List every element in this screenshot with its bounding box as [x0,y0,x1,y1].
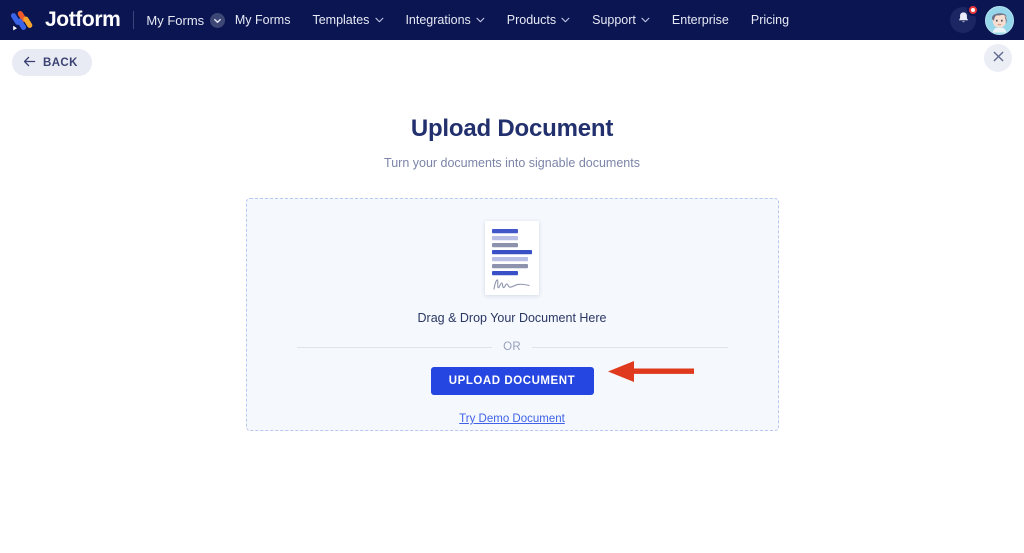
nav-item-integrations[interactable]: Integrations [405,13,485,27]
close-icon [992,50,1005,66]
top-navigation-bar: Jotform My Forms My Forms Templates Inte… [0,0,1024,40]
brand-name: Jotform [45,8,121,31]
upload-document-button[interactable]: UPLOAD DOCUMENT [430,367,594,395]
nav-label: Enterprise [671,13,729,27]
chevron-down-circle-icon [210,12,226,28]
avatar[interactable] [985,5,1014,35]
nav-label: Pricing [750,13,790,27]
or-label: OR [503,341,521,353]
back-button[interactable]: BACK [12,49,92,76]
nav-item-enterprise[interactable]: Enterprise [672,13,729,27]
page-toolbar: BACK [0,40,1024,88]
file-dropzone[interactable]: Drag & Drop Your Document Here OR UPLOAD… [245,198,779,431]
page-subtitle: Turn your documents into signable docume… [384,156,640,170]
brand-logo-group[interactable]: Jotform [10,7,121,33]
jotform-logo-icon [10,7,36,33]
main-nav: My Forms Templates Integrations Products… [235,13,789,27]
nav-item-my-forms[interactable]: My Forms [235,13,291,27]
arrow-left-icon [23,56,36,70]
red-arrow-left-icon [607,361,694,388]
nav-label: Templates [312,13,370,27]
close-button[interactable] [984,44,1012,72]
chevron-down-icon [374,17,383,23]
nav-item-templates[interactable]: Templates [312,13,383,27]
or-divider: OR [296,341,728,353]
back-button-label: BACK [43,56,78,69]
nav-item-support[interactable]: Support [592,13,650,27]
nav-label: Products [506,13,557,27]
notification-badge [967,4,979,16]
divider-line-left [296,346,493,348]
my-forms-label: My Forms [146,12,205,28]
notifications-button[interactable] [950,4,979,33]
nav-item-products[interactable]: Products [507,13,570,27]
divider-line-right [531,346,728,348]
nav-label: My Forms [234,13,291,27]
chevron-down-icon [641,17,650,23]
nav-label: Integrations [405,13,471,27]
page-title: Upload Document [410,115,614,142]
main-content: Upload Document Turn your documents into… [0,115,1024,431]
chevron-down-icon [561,17,570,23]
document-with-signature-icon [485,221,539,295]
header-actions [950,4,1014,35]
header-divider [133,11,135,29]
dropzone-label: Drag & Drop Your Document Here [417,311,607,325]
nav-label: Support [592,13,636,27]
nav-item-pricing[interactable]: Pricing [751,13,789,27]
try-demo-document-link[interactable]: Try Demo Document [459,413,565,425]
my-forms-menu[interactable]: My Forms [146,12,226,28]
chevron-down-icon [476,17,485,23]
